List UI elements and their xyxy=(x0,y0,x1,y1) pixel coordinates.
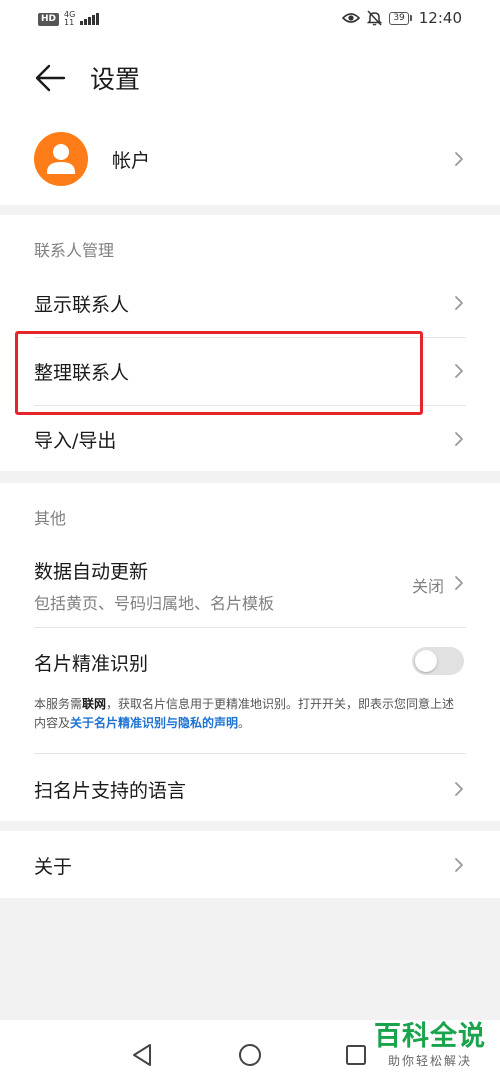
row-show-contacts[interactable]: 显示联系人 xyxy=(0,270,500,337)
row-label: 显示联系人 xyxy=(34,294,130,316)
row-label: 数据自动更新 xyxy=(34,561,149,583)
other-card: 其他 数据自动更新 包括黄页、号码归属地、名片模板 关闭 名片精准识别 本服务需… xyxy=(0,483,500,821)
nav-back-icon[interactable] xyxy=(131,1043,153,1067)
battery-icon: 39 xyxy=(389,11,412,25)
card-recognition-toggle[interactable] xyxy=(412,647,464,675)
status-left: HD 4G 11 xyxy=(38,11,100,27)
contacts-management-card: 联系人管理 显示联系人 整理联系人 导入/导出 xyxy=(0,215,500,471)
row-scan-languages[interactable]: 扫名片支持的语言 xyxy=(0,754,500,821)
divider xyxy=(34,627,466,628)
back-arrow-icon xyxy=(35,64,66,92)
mute-bell-icon xyxy=(367,10,383,26)
nav-home-icon[interactable] xyxy=(238,1043,262,1067)
privacy-statement-link[interactable]: 关于名片精准识别与隐私的声明 xyxy=(70,716,238,730)
chevron-right-icon xyxy=(455,782,463,796)
row-auto-update[interactable]: 数据自动更新 包括黄页、号码归属地、名片模板 关闭 xyxy=(0,543,500,627)
toggle-knob xyxy=(415,650,437,672)
status-right: 39 12:40 xyxy=(342,9,462,27)
section-title-other: 其他 xyxy=(34,509,67,528)
section-title-contacts: 联系人管理 xyxy=(34,241,115,260)
back-button[interactable] xyxy=(32,58,72,98)
card-recognition-label: 名片精准识别 xyxy=(34,653,149,675)
chevron-right-icon xyxy=(455,432,463,446)
eye-icon xyxy=(342,13,361,23)
signal-icon xyxy=(80,13,100,25)
watermark: 百科全说 助你轻松解决 xyxy=(374,1022,486,1069)
chevron-right-icon xyxy=(455,576,463,590)
account-label: 帐户 xyxy=(112,150,151,172)
nav-recents-icon[interactable] xyxy=(345,1044,367,1066)
watermark-subtitle: 助你轻松解决 xyxy=(387,1054,472,1068)
chevron-right-icon xyxy=(455,296,463,310)
card-recognition-description: 本服务需联网，获取名片信息用于更精准地识别。打开开关，即表示您同意上述内容及关于… xyxy=(34,695,466,733)
row-about[interactable]: 关于 xyxy=(0,831,500,898)
app-header: 设置 xyxy=(0,40,500,120)
row-organize-contacts[interactable]: 整理联系人 xyxy=(0,338,500,405)
avatar xyxy=(34,132,88,186)
desc-text: 。 xyxy=(238,716,251,730)
chevron-right-icon xyxy=(455,364,463,378)
row-label: 导入/导出 xyxy=(34,430,117,452)
chevron-right-icon xyxy=(455,858,463,872)
desc-text: 本服务需 xyxy=(34,697,83,711)
row-label: 整理联系人 xyxy=(34,362,130,384)
network-sub: 11 xyxy=(64,18,75,27)
row-import-export[interactable]: 导入/导出 xyxy=(0,406,500,471)
chevron-right-icon xyxy=(455,152,463,166)
row-subtitle: 包括黄页、号码归属地、名片模板 xyxy=(34,594,275,613)
network-indicator: 4G 11 xyxy=(64,11,75,27)
clock: 12:40 xyxy=(418,9,462,27)
about-card: 关于 xyxy=(0,831,500,898)
account-row[interactable]: 帐户 xyxy=(0,120,500,205)
person-icon xyxy=(47,144,75,174)
watermark-title: 百科全说 xyxy=(374,1021,486,1052)
row-label: 关于 xyxy=(34,856,73,878)
auto-update-value: 关闭 xyxy=(411,577,444,596)
battery-level: 39 xyxy=(389,11,409,25)
status-bar: HD 4G 11 39 12:40 xyxy=(0,0,500,40)
hd-badge: HD xyxy=(38,12,60,26)
page-title: 设置 xyxy=(90,65,141,94)
desc-bold: 联网 xyxy=(82,697,107,711)
row-label: 扫名片支持的语言 xyxy=(34,780,187,802)
